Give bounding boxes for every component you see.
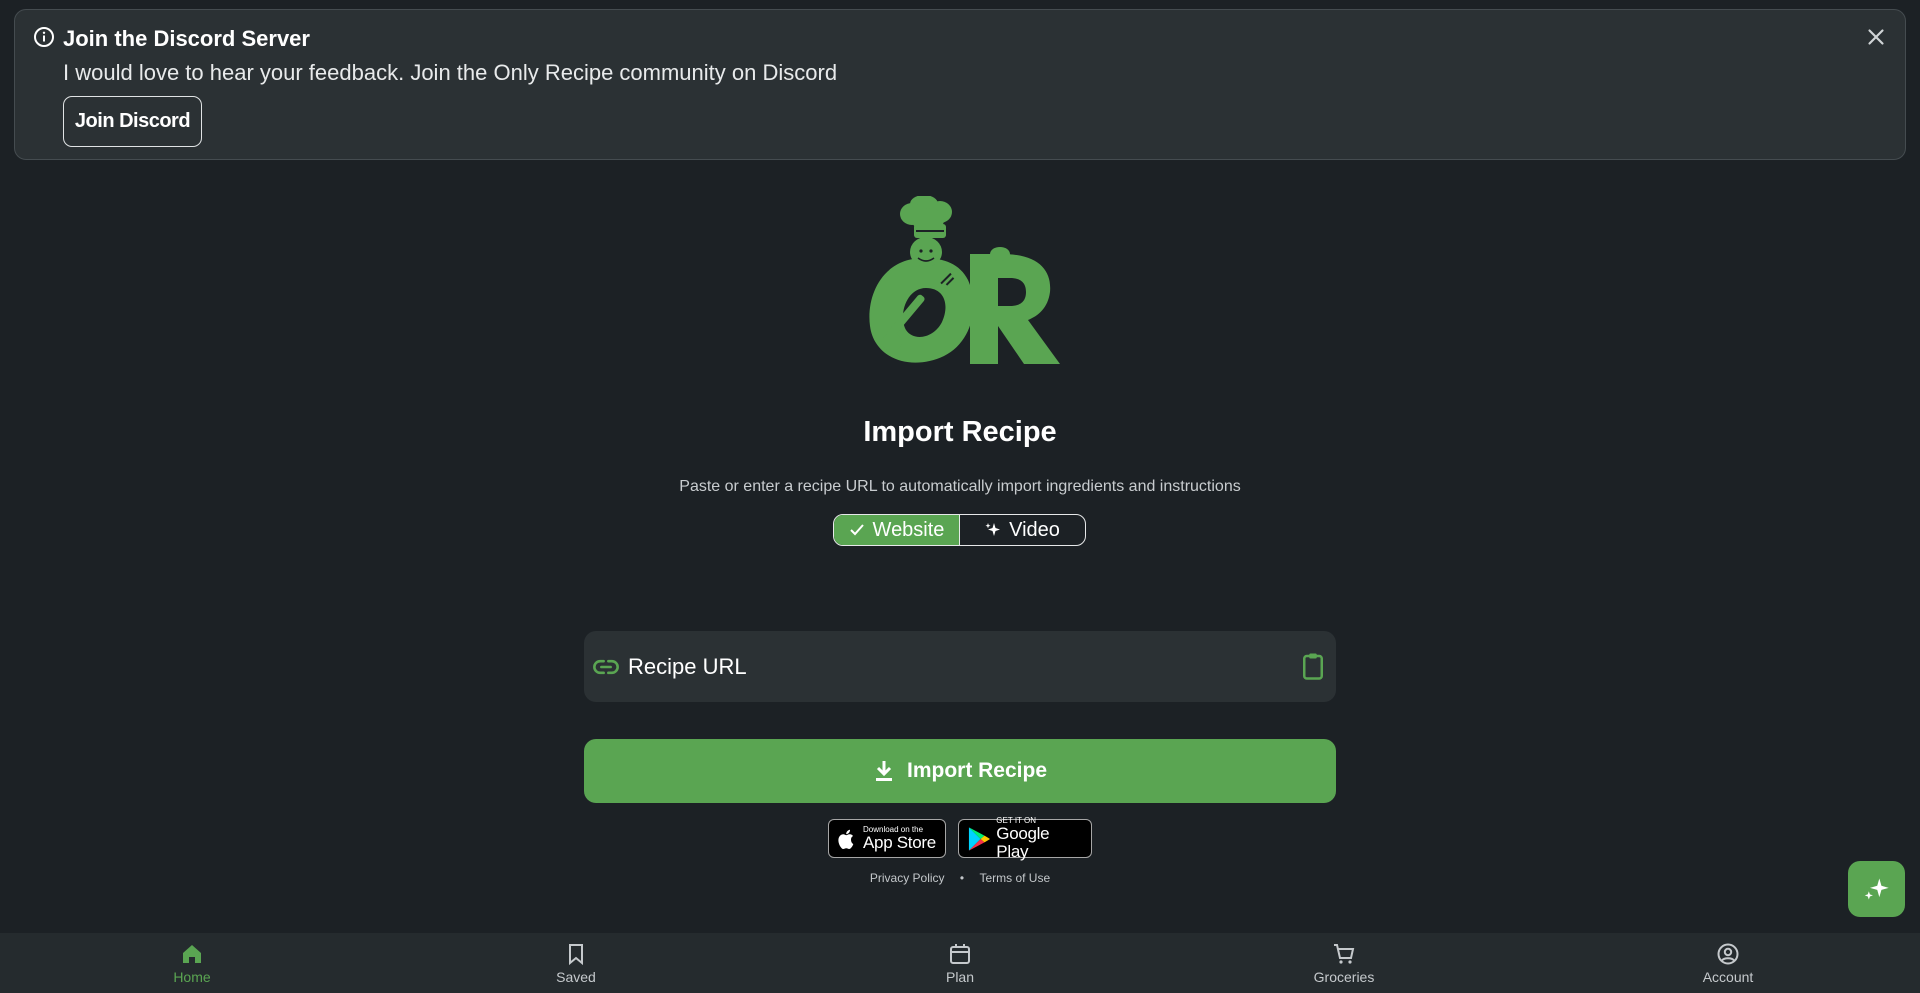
- google-badge-big: Google Play: [996, 824, 1050, 861]
- google-play-icon: [968, 826, 990, 851]
- only-recipe-logo: [869, 196, 1060, 364]
- sparkle-icon: [1864, 878, 1889, 900]
- sparkle-icon: [985, 523, 1001, 536]
- link-icon: [593, 659, 619, 675]
- nav-saved-label: Saved: [556, 968, 596, 985]
- ai-assistant-button[interactable]: [1848, 861, 1905, 917]
- recipe-url-field[interactable]: Recipe URL: [584, 631, 1336, 702]
- info-icon: [34, 27, 54, 47]
- page-subtitle: Paste or enter a recipe URL to automatic…: [679, 478, 1241, 495]
- apple-badge-big: App Store: [863, 833, 936, 852]
- join-discord-button[interactable]: Join Discord: [63, 96, 202, 147]
- terms-of-use-link[interactable]: Terms of Use: [979, 871, 1050, 885]
- page-title: Import Recipe: [863, 416, 1057, 448]
- bottom-navigation: Home Saved Plan Groceries Account: [0, 933, 1920, 993]
- banner-title: Join the Discord Server: [63, 26, 310, 51]
- toggle-website-label: Website: [872, 518, 945, 541]
- google-play-badge[interactable]: GET IT ON Google Play: [958, 816, 1092, 861]
- toggle-video-label: Video: [1009, 518, 1060, 541]
- toggle-video[interactable]: Video: [960, 515, 1085, 545]
- import-recipe-button[interactable]: Import Recipe: [584, 739, 1336, 803]
- source-toggle: Website Video: [833, 514, 1086, 546]
- legal-links: Privacy Policy • Terms of Use: [0, 871, 1920, 885]
- nav-plan-label: Plan: [945, 968, 975, 985]
- import-recipe-label: Import Recipe: [906, 759, 1048, 782]
- download-icon: [875, 761, 892, 781]
- nav-plan[interactable]: Plan: [768, 933, 1152, 993]
- nav-home[interactable]: Home: [0, 933, 384, 993]
- nav-groceries-label: Groceries: [1313, 968, 1375, 985]
- nav-account-label: Account: [1702, 968, 1754, 985]
- app-store-badge[interactable]: Download on the App Store: [828, 819, 946, 858]
- cart-icon: [1334, 943, 1355, 964]
- check-icon: [849, 524, 864, 536]
- nav-groceries[interactable]: Groceries: [1152, 933, 1536, 993]
- account-icon: [1717, 943, 1739, 964]
- paste-icon[interactable]: [1298, 651, 1328, 681]
- bookmark-icon: [569, 943, 583, 965]
- banner-message: I would love to hear your feedback. Join…: [63, 60, 838, 85]
- calendar-icon: [950, 943, 970, 964]
- privacy-policy-link[interactable]: Privacy Policy: [870, 871, 945, 885]
- nav-account[interactable]: Account: [1536, 933, 1920, 993]
- apple-icon: [838, 829, 854, 849]
- legal-separator: •: [959, 871, 965, 885]
- home-icon: [183, 944, 201, 963]
- close-icon[interactable]: [1863, 24, 1889, 50]
- discord-banner: Join the Discord Server I would love to …: [14, 9, 1906, 160]
- nav-saved[interactable]: Saved: [384, 933, 768, 993]
- recipe-url-placeholder[interactable]: Recipe URL: [628, 654, 747, 680]
- toggle-website[interactable]: Website: [834, 515, 960, 545]
- nav-home-label: Home: [173, 968, 211, 985]
